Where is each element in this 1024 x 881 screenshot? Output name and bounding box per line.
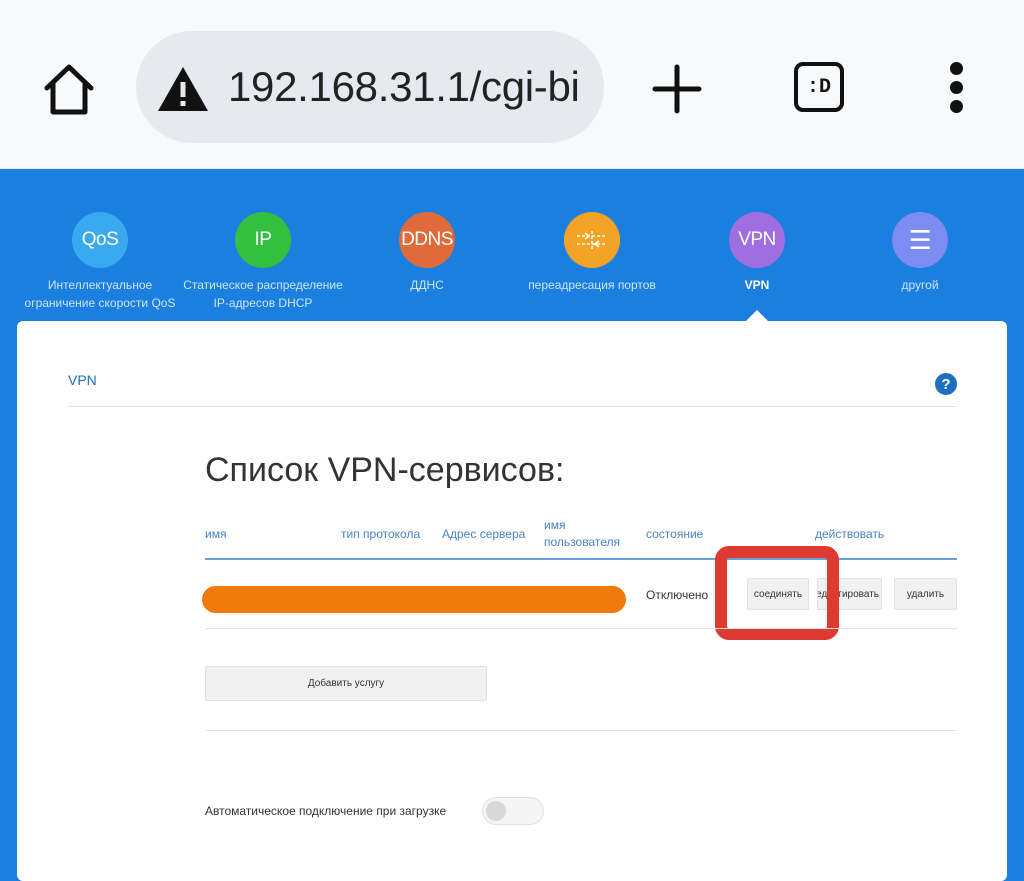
auto-connect-toggle[interactable]	[482, 797, 544, 825]
nav-item-port-forwarding[interactable]: переадресация портов	[507, 212, 677, 294]
redacted-row-info	[202, 586, 626, 613]
address-bar[interactable]: 192.168.31.1/cgi-bi	[136, 31, 604, 143]
nav-label: Интеллектуальное ограничение скорости Qo…	[24, 278, 176, 310]
add-service-button[interactable]: Добавить услугу	[205, 666, 487, 701]
tab-switcher-label: :D	[794, 62, 844, 112]
col-name: имя	[205, 527, 227, 541]
card-title: VPN	[68, 372, 97, 388]
col-status: состояние	[646, 527, 704, 541]
toggle-knob	[486, 801, 506, 821]
nav-item-dhcp[interactable]: IP Статическое распределение IP-адресов …	[178, 212, 348, 312]
col-username: имя пользователя	[544, 518, 620, 549]
vpn-card: VPN ? Список VPN-сервисов: имя тип прото…	[17, 321, 1007, 881]
warning-icon	[158, 67, 208, 111]
port-forwarding-icon	[564, 212, 620, 268]
nav-label: переадресация портов	[528, 278, 656, 292]
nav-label: ДДНС	[410, 278, 444, 292]
auto-connect-label: Автоматическое подключение при загрузке	[205, 804, 447, 818]
tab-switcher-button[interactable]: :D	[792, 60, 848, 116]
nav-item-vpn[interactable]: VPN VPN	[672, 212, 842, 294]
ddns-icon: DDNS	[399, 212, 455, 268]
section-divider	[205, 730, 957, 731]
highlight-frame	[715, 546, 839, 640]
nav-label: VPN	[744, 278, 770, 292]
home-icon[interactable]	[40, 60, 98, 118]
new-tab-icon[interactable]	[650, 62, 704, 116]
nav-label: Статическое распределение IP-адресов DHC…	[183, 278, 343, 310]
page-title: Список VPN-сервисов:	[205, 451, 565, 489]
qos-icon: QoS	[72, 212, 128, 268]
divider	[68, 406, 957, 407]
ip-icon: IP	[235, 212, 291, 268]
nav-item-ddns[interactable]: DDNS ДДНС	[342, 212, 512, 294]
vpn-icon: VPN	[729, 212, 785, 268]
col-server: Адрес сервера	[442, 527, 526, 541]
nav-item-other[interactable]: ☰ другой	[835, 212, 1005, 294]
row-divider	[205, 628, 957, 629]
active-nav-pointer	[746, 310, 768, 321]
col-protocol: тип протокола	[341, 527, 421, 541]
nav-label: другой	[901, 278, 939, 292]
nav-item-qos[interactable]: QoS Интеллектуальное ограничение скорост…	[15, 212, 185, 312]
browser-toolbar: 192.168.31.1/cgi-bi :D	[0, 0, 1024, 169]
status-value: Отключено	[646, 588, 709, 602]
delete-button[interactable]: удалить	[894, 578, 957, 610]
menu-icon: ☰	[892, 212, 948, 268]
url-text: 192.168.31.1/cgi-bi	[228, 63, 580, 110]
col-action: действовать	[815, 527, 885, 541]
more-menu-icon[interactable]	[944, 62, 968, 114]
table-header-divider	[205, 558, 957, 560]
help-icon[interactable]: ?	[935, 373, 957, 395]
